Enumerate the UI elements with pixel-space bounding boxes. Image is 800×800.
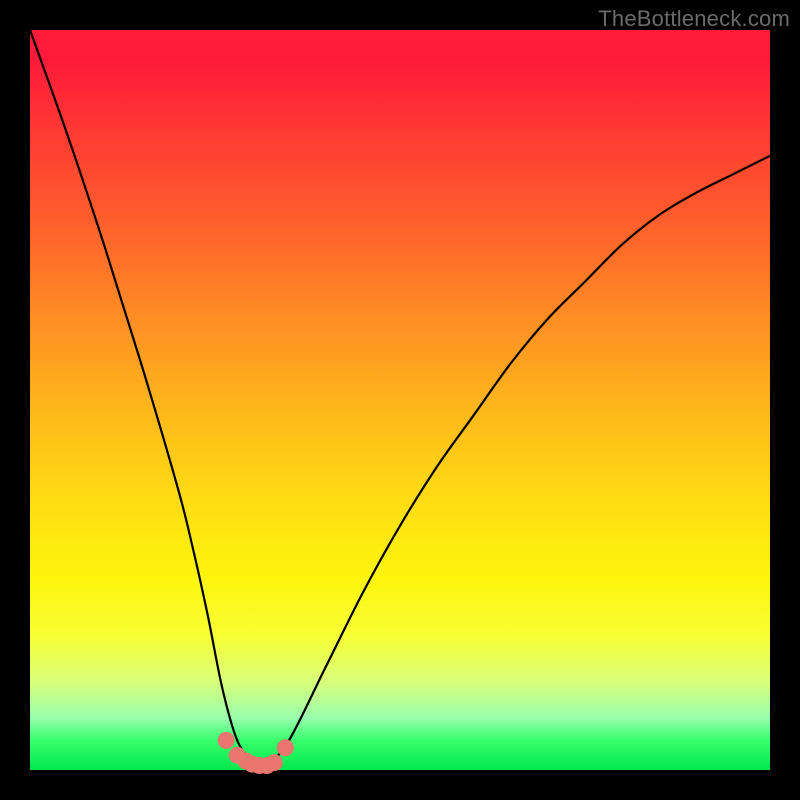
trough-marker-group bbox=[218, 732, 294, 774]
trough-marker bbox=[277, 739, 294, 756]
bottleneck-curve bbox=[30, 30, 770, 768]
plot-area bbox=[30, 30, 770, 770]
curve-layer bbox=[30, 30, 770, 770]
trough-marker bbox=[218, 732, 235, 749]
chart-frame: TheBottleneck.com bbox=[0, 0, 800, 800]
watermark-text: TheBottleneck.com bbox=[598, 6, 790, 32]
trough-marker bbox=[266, 754, 283, 771]
